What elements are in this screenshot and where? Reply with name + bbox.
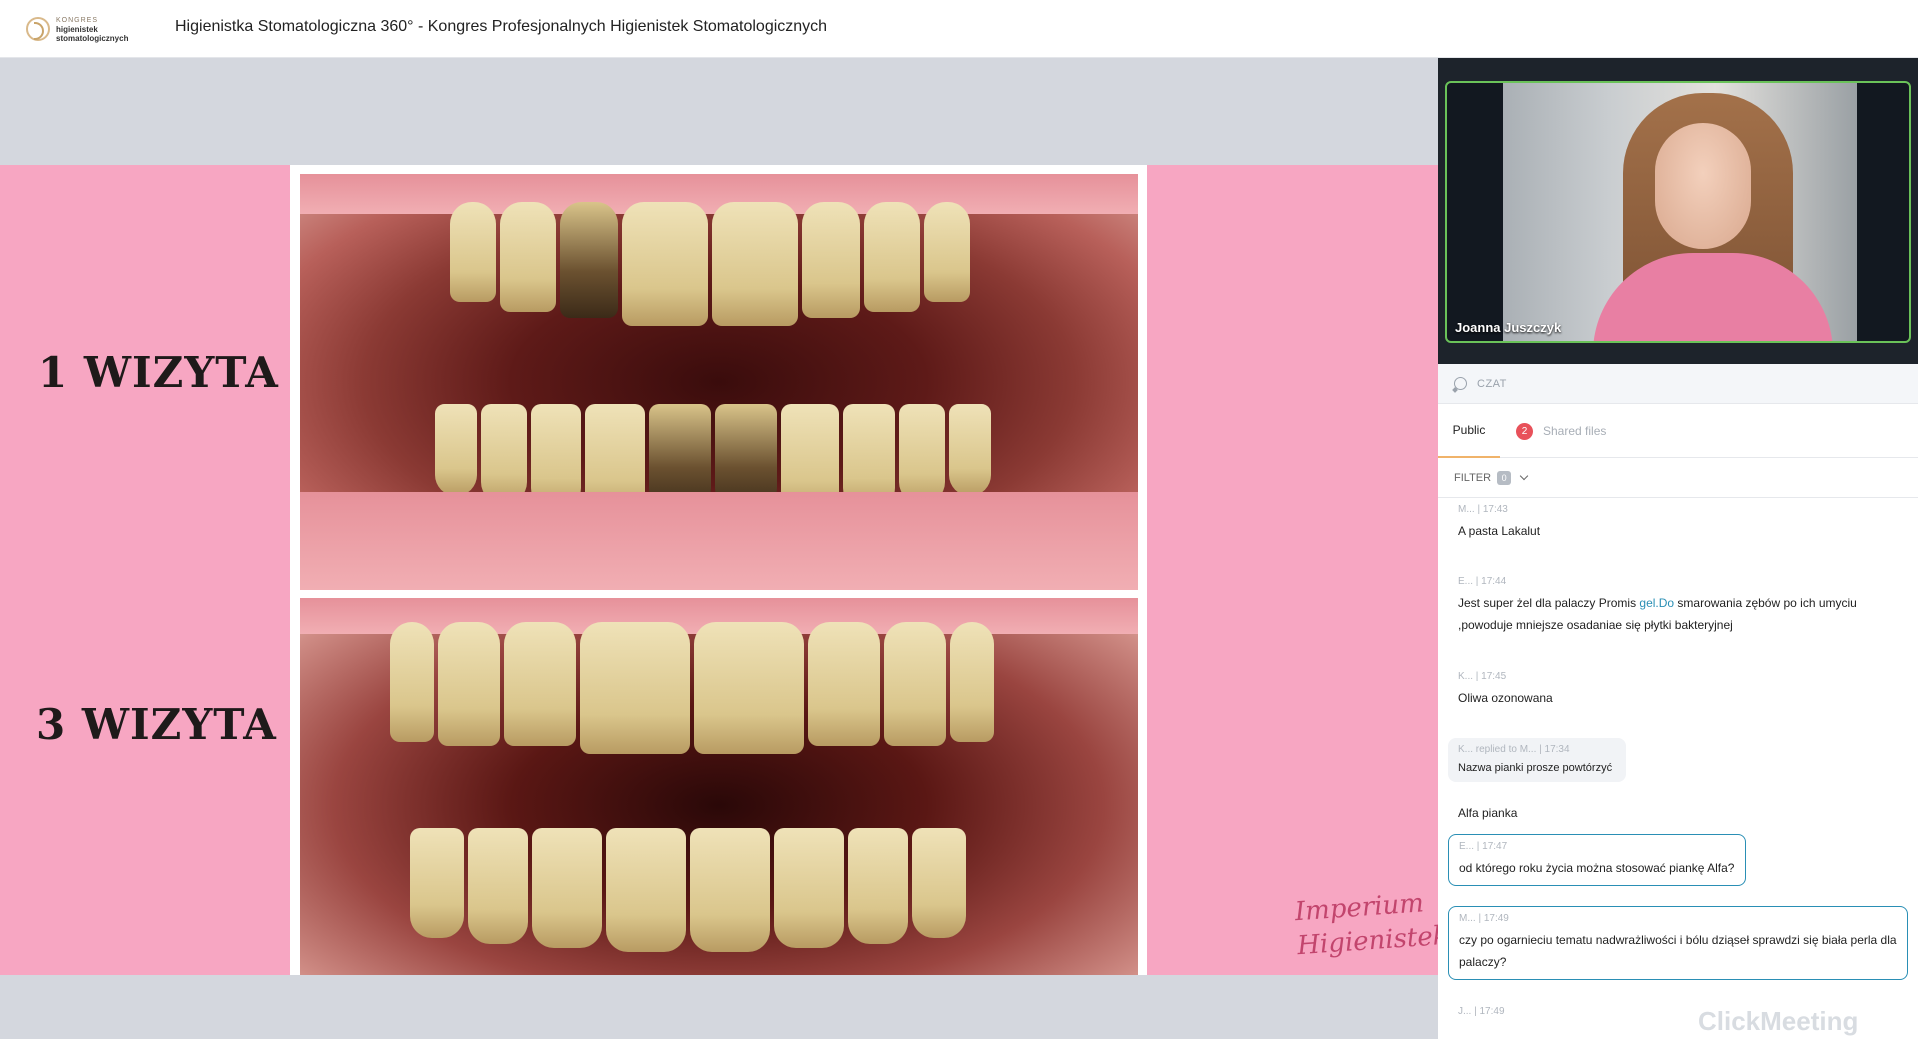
chat-filter[interactable]: FILTER 0	[1438, 458, 1918, 498]
message-meta: M... | 17:43	[1458, 504, 1508, 515]
message-text: czy po ogarnieciu tematu nadwrażliwości …	[1459, 933, 1897, 969]
filter-count-badge: 0	[1497, 470, 1512, 485]
shared-files-badge: 2	[1516, 422, 1533, 440]
teeth-photo-before	[300, 174, 1138, 590]
presentation-stage: 1 WIZYTA 3 WIZYTA Imperium Higienistek	[0, 58, 1449, 1039]
chat-message-highlighted: E... | 17:47 od którego roku życia można…	[1448, 834, 1746, 886]
chat-header-label: CZAT	[1477, 377, 1507, 390]
chevron-down-icon[interactable]	[1519, 471, 1529, 480]
logo-text: KONGRES higienistek stomatologicznych	[56, 16, 128, 43]
reply-quote: K... replied to M... | 17:34 Nazwa piank…	[1448, 738, 1626, 782]
message-meta: J... | 17:49	[1458, 1006, 1505, 1017]
quoted-text: Nazwa pianki prosze powtórzyć	[1458, 762, 1613, 774]
congress-logo[interactable]: KONGRES higienistek stomatologicznych	[26, 12, 146, 46]
chat-bubble-icon	[1454, 377, 1467, 390]
message-meta: E... | 17:47	[1459, 841, 1508, 852]
message-text: od którego roku życia można stosować pia…	[1459, 861, 1735, 875]
message-text: Jest super żel dla palaczy Promis gel.Do…	[1458, 596, 1857, 632]
slide-photo-frame	[290, 165, 1147, 975]
message-text: Oliwa ozonowana	[1458, 691, 1553, 705]
message-meta: E... | 17:44	[1458, 576, 1507, 587]
event-title: Higienistka Stomatologiczna 360° - Kongr…	[175, 18, 828, 35]
slide-label-first-visit: 1 WIZYTA	[38, 348, 279, 397]
teeth-photo-after	[300, 598, 1138, 975]
right-panel: Joanna Juszczyk CZAT Public 2 Shared fil…	[1438, 58, 1918, 1039]
chat-message: M... | 17:43 A pasta Lakalut	[1448, 498, 1551, 548]
message-link[interactable]: gel.Do	[1639, 596, 1674, 610]
video-feed	[1503, 83, 1857, 341]
logo-line-3: stomatologicznych	[56, 33, 129, 43]
clickmeeting-watermark: ClickMeeting	[1698, 1006, 1859, 1036]
message-meta: M... | 17:49	[1459, 913, 1509, 924]
presenter-name: Joanna Juszczyk	[1455, 320, 1562, 335]
message-text: Alfa pianka	[1458, 806, 1518, 820]
chat-tabs: Public 2 Shared files	[1438, 404, 1918, 458]
filter-label: FILTER	[1454, 471, 1492, 484]
slide-label-third-visit: 3 WIZYTA	[36, 700, 277, 749]
presentation-slide: 1 WIZYTA 3 WIZYTA Imperium Higienistek	[0, 165, 1449, 975]
tab-shared-files-label: Shared files	[1543, 424, 1607, 438]
chat-header[interactable]: CZAT	[1438, 364, 1918, 404]
tab-public[interactable]: Public	[1438, 404, 1500, 458]
imperium-higienistek-logo: Imperium Higienistek	[1294, 885, 1450, 963]
logo-line-1: KONGRES	[56, 16, 99, 24]
chat-message-highlighted: M... | 17:49 czy po ogarnieciu tematu na…	[1448, 906, 1908, 980]
message-meta: K... | 17:45	[1458, 671, 1507, 682]
video-area: Joanna Juszczyk	[1438, 58, 1918, 364]
message-meta: K... replied to M... | 17:34	[1458, 744, 1570, 755]
tab-public-label: Public	[1452, 423, 1486, 437]
chat-message: Alfa pianka	[1448, 796, 1528, 830]
logo-line-2: higienistek	[56, 24, 98, 34]
chat-message: J... | 17:49	[1448, 1000, 1515, 1028]
chat-message: K... | 17:45 Oliwa ozonowana	[1448, 665, 1563, 715]
message-text: A pasta Lakalut	[1458, 524, 1541, 538]
chat-message-list[interactable]: M... | 17:43 A pasta Lakalut E... | 17:4…	[1438, 498, 1918, 1039]
top-header: KONGRES higienistek stomatologicznych Hi…	[0, 0, 1918, 58]
chat-message: E... | 17:44 Jest super żel dla palaczy …	[1448, 570, 1908, 642]
logo-icon	[26, 17, 50, 41]
presenter-video[interactable]: Joanna Juszczyk	[1445, 81, 1911, 343]
tab-shared-files[interactable]: 2 Shared files	[1516, 404, 1606, 458]
